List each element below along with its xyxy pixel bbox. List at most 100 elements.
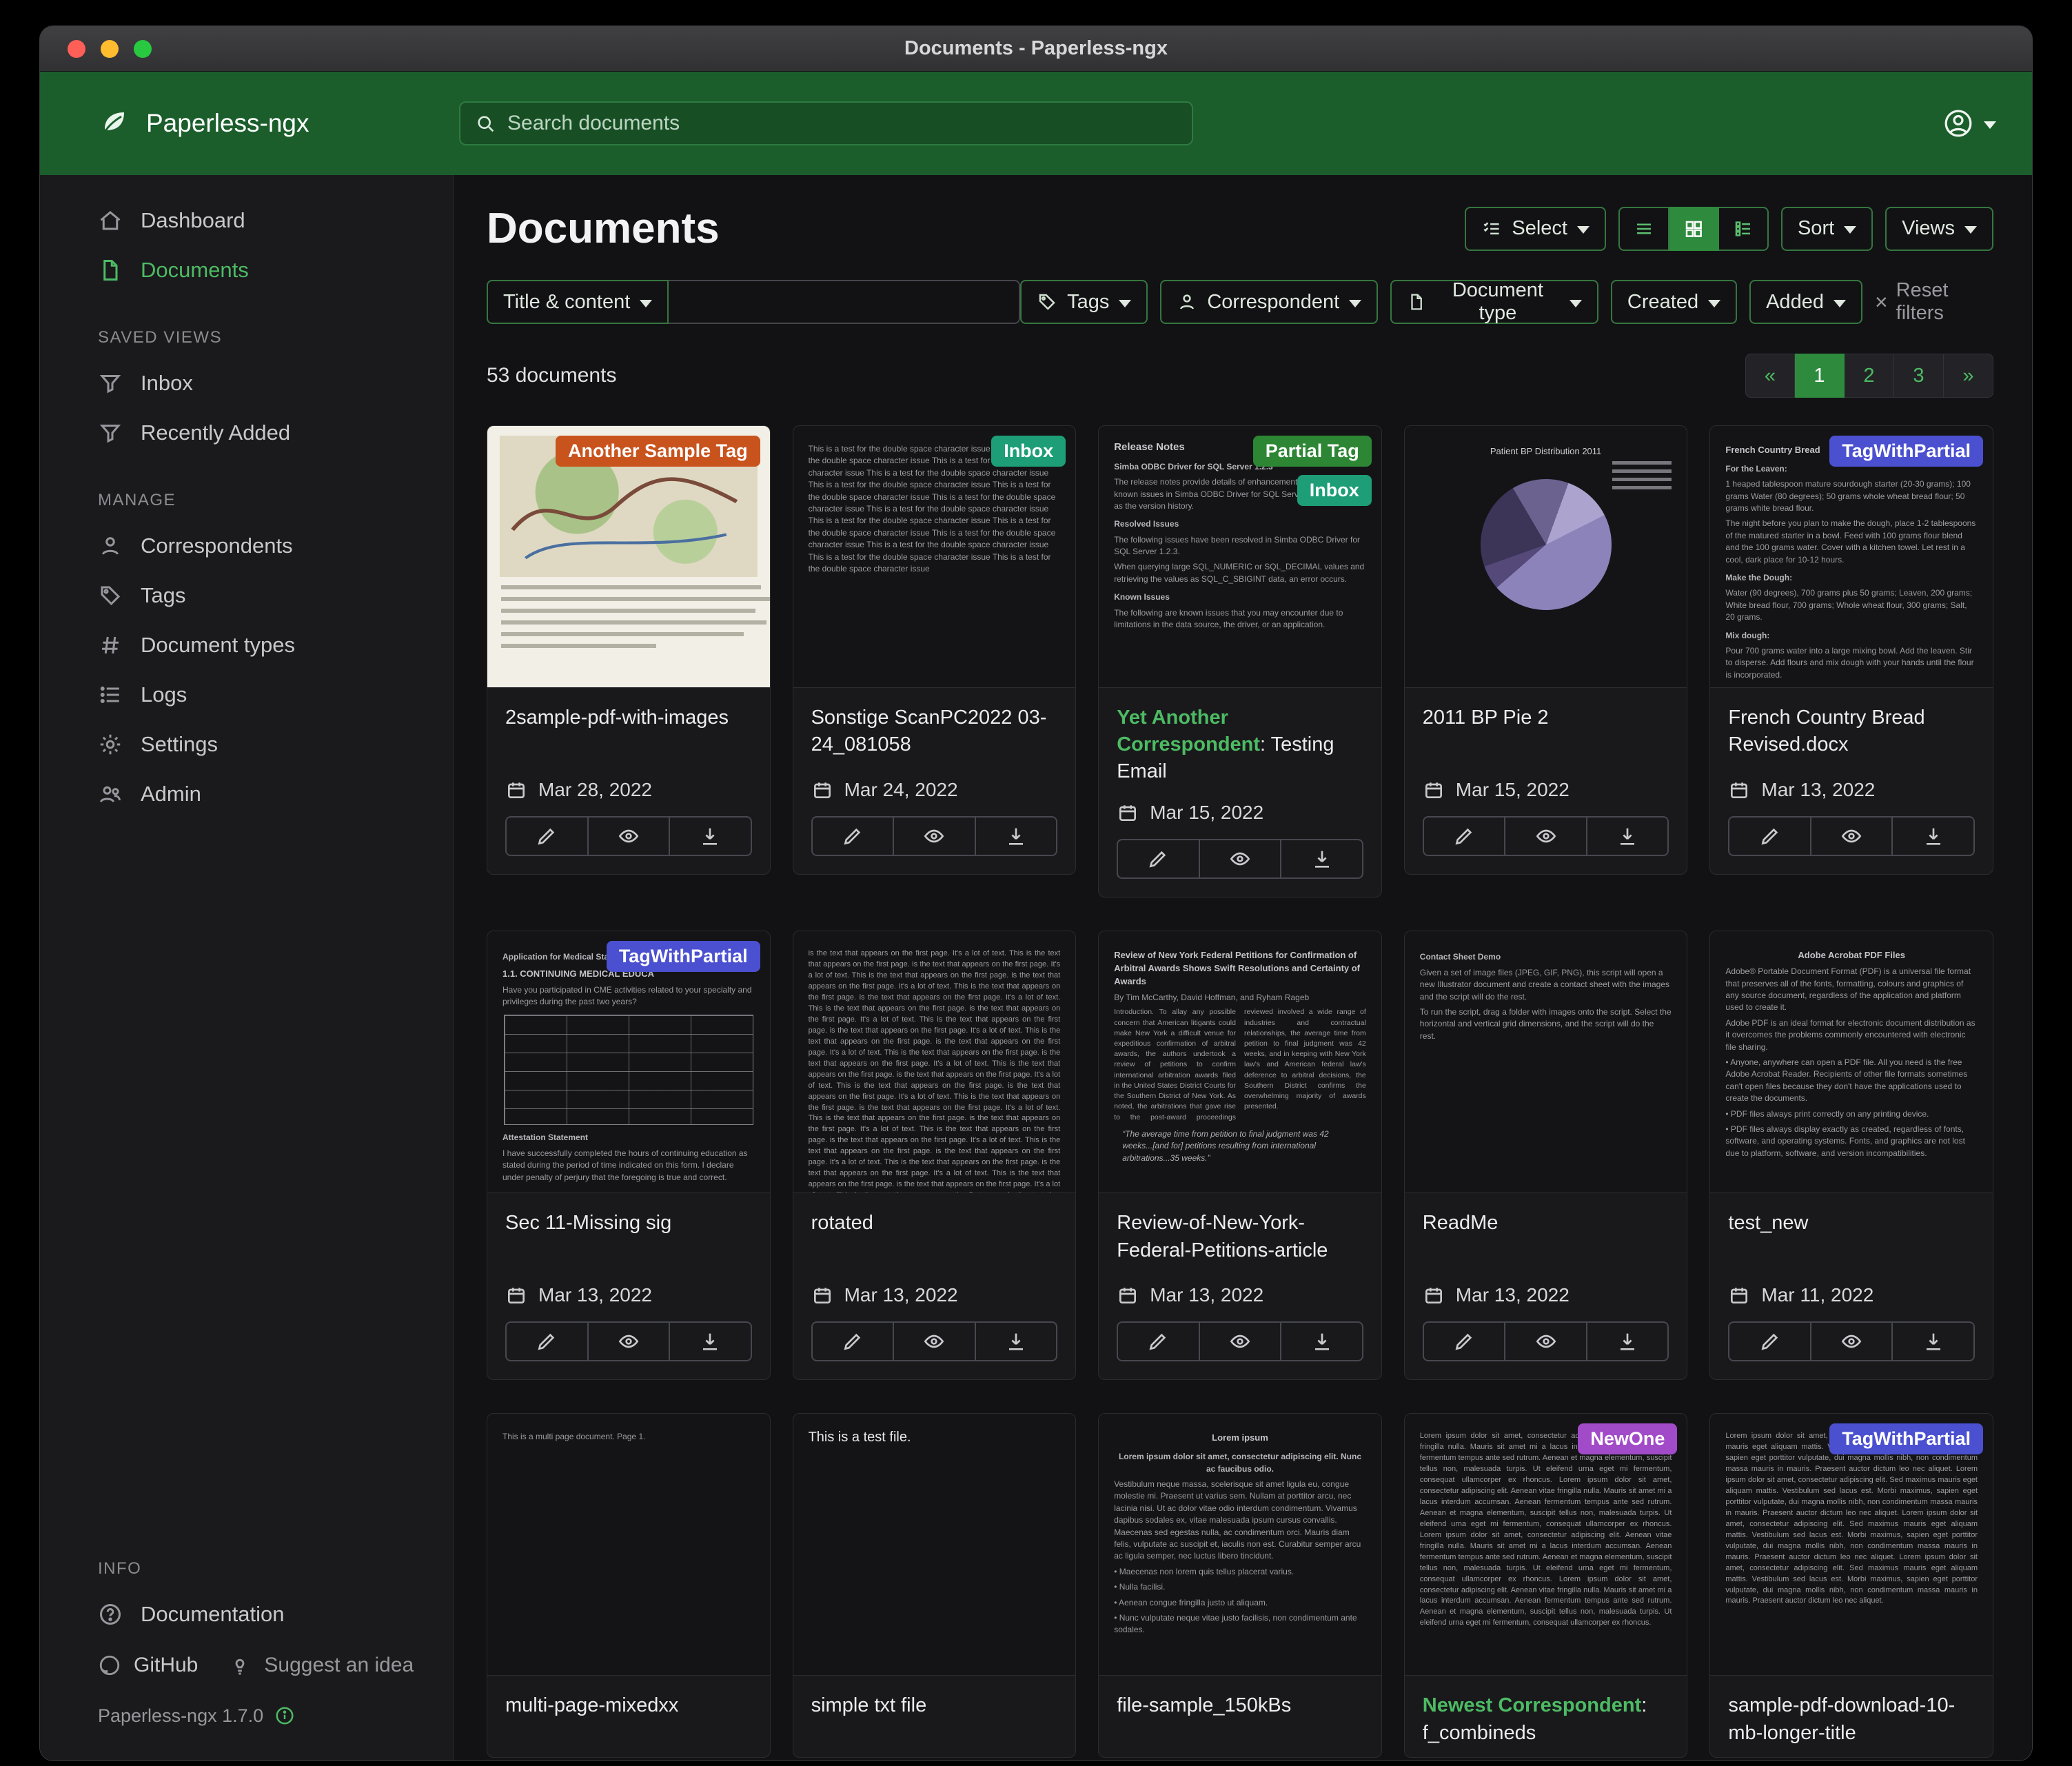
sidebar-item-tags[interactable]: Tags [40, 571, 453, 620]
document-thumbnail[interactable]: Inbox This is a test for the double spac… [793, 426, 1076, 688]
created-filter-button[interactable]: Created [1611, 280, 1737, 324]
view-document-button[interactable] [1811, 1321, 1893, 1361]
document-thumbnail[interactable]: Partial TagInbox Release NotesSimba ODBC… [1099, 426, 1381, 688]
document-thumbnail[interactable]: Review of New York Federal Petitions for… [1099, 931, 1381, 1193]
document-card[interactable]: TagWithPartial French Country BreadFor t… [1709, 425, 1993, 875]
tag-badge[interactable]: Another Sample Tag [556, 436, 760, 467]
document-thumbnail[interactable]: TagWithPartial Lorem ipsum dolor sit ame… [1710, 1414, 1993, 1676]
pagination-page-button[interactable]: 3 [1894, 354, 1944, 398]
tag-badge[interactable]: Inbox [1297, 475, 1372, 506]
document-title[interactable]: 2sample-pdf-with-images [505, 704, 752, 762]
edit-document-button[interactable] [1728, 816, 1811, 856]
document-thumbnail[interactable]: This is a test file. [793, 1414, 1076, 1676]
document-title[interactable]: Yet Another Correspondent: Testing Email [1117, 704, 1363, 785]
download-document-button[interactable] [1893, 816, 1975, 856]
view-document-button[interactable] [894, 816, 976, 856]
document-title[interactable]: file-sample_150kBs [1117, 1692, 1363, 1750]
title-content-dropdown[interactable]: Title & content [487, 280, 669, 324]
document-card[interactable]: TagWithPartial Lorem ipsum dolor sit ame… [1709, 1413, 1993, 1758]
document-thumbnail[interactable]: Adobe Acrobat PDF FilesAdobe® Portable D… [1710, 931, 1993, 1193]
document-title[interactable]: test_new [1728, 1210, 1975, 1268]
download-document-button[interactable] [1893, 1321, 1975, 1361]
suggest-idea-link[interactable]: Suggest an idea [228, 1654, 414, 1677]
sidebar-item-documentation[interactable]: Documentation [40, 1590, 453, 1639]
document-card[interactable]: is the text that appears on the first pa… [793, 931, 1077, 1380]
document-title[interactable]: simple txt file [811, 1692, 1058, 1750]
correspondent-link[interactable]: Yet Another Correspondent [1117, 707, 1260, 755]
edit-document-button[interactable] [505, 1321, 589, 1361]
tags-filter-button[interactable]: Tags [1020, 280, 1148, 324]
document-title[interactable]: rotated [811, 1210, 1058, 1268]
download-document-button[interactable] [1587, 1321, 1669, 1361]
document-thumbnail[interactable]: is the text that appears on the first pa… [793, 931, 1076, 1193]
document-card[interactable]: Patient BP Distribution 2011 2011 BP Pie… [1404, 425, 1688, 875]
list-view-button[interactable] [1618, 207, 1669, 251]
download-document-button[interactable] [976, 816, 1058, 856]
pagination-page-button[interactable]: 2 [1845, 354, 1894, 398]
detail-view-button[interactable] [1719, 207, 1769, 251]
pagination-page-button[interactable]: 1 [1795, 354, 1845, 398]
sort-button[interactable]: Sort [1781, 207, 1873, 251]
document-card[interactable]: Another Sample Tag 2sample-pdf-with-imag… [487, 425, 771, 875]
document-title[interactable]: French Country Bread Revised.docx [1728, 704, 1975, 762]
sidebar-item-dashboard[interactable]: Dashboard [40, 196, 453, 245]
sidebar-item-correspondents[interactable]: Correspondents [40, 521, 453, 571]
document-thumbnail[interactable]: Lorem ipsumLorem ipsum dolor sit amet, c… [1099, 1414, 1381, 1676]
view-document-button[interactable] [1505, 816, 1587, 856]
tag-badge[interactable]: TagWithPartial [1829, 436, 1983, 467]
document-thumbnail[interactable]: TagWithPartial Application for Medical S… [487, 931, 770, 1193]
download-document-button[interactable] [1281, 839, 1363, 879]
tag-badge[interactable]: Partial Tag [1253, 436, 1372, 467]
correspondent-filter-button[interactable]: Correspondent [1160, 280, 1378, 324]
document-card[interactable]: Inbox This is a test for the double spac… [793, 425, 1077, 875]
pagination-next-button[interactable]: » [1944, 354, 1993, 398]
sidebar-item-documents[interactable]: Documents [40, 245, 453, 295]
github-link[interactable]: GitHub [98, 1654, 198, 1677]
title-content-input[interactable] [669, 280, 1020, 324]
document-thumbnail[interactable]: TagWithPartial French Country BreadFor t… [1710, 426, 1993, 688]
pagination-prev-button[interactable]: « [1745, 354, 1795, 398]
document-card[interactable]: Lorem ipsumLorem ipsum dolor sit amet, c… [1098, 1413, 1382, 1758]
view-document-button[interactable] [589, 1321, 671, 1361]
reset-filters-button[interactable]: × Reset filters [1875, 279, 1993, 325]
document-title[interactable]: ReadMe [1423, 1210, 1669, 1268]
edit-document-button[interactable] [1117, 1321, 1200, 1361]
tag-badge[interactable]: TagWithPartial [607, 941, 760, 972]
document-card[interactable]: This is a test file. simple txt file [793, 1413, 1077, 1758]
view-document-button[interactable] [894, 1321, 976, 1361]
edit-document-button[interactable] [1117, 839, 1200, 879]
download-document-button[interactable] [976, 1321, 1058, 1361]
view-document-button[interactable] [1505, 1321, 1587, 1361]
app-brand[interactable]: Paperless-ngx [40, 107, 454, 140]
user-menu[interactable] [1942, 108, 1996, 139]
document-title[interactable]: 2011 BP Pie 2 [1423, 704, 1669, 762]
download-document-button[interactable] [1587, 816, 1669, 856]
document-card[interactable]: NewOne Lorem ipsum dolor sit amet, conse… [1404, 1413, 1688, 1758]
info-circle-icon[interactable] [274, 1705, 295, 1726]
global-search[interactable] [459, 101, 1193, 145]
view-document-button[interactable] [1200, 1321, 1282, 1361]
sidebar-item-recently-added[interactable]: Recently Added [40, 408, 453, 458]
tag-badge[interactable]: Inbox [991, 436, 1066, 467]
document-title[interactable]: Sonstige ScanPC2022 03-24_081058 [811, 704, 1058, 762]
document-thumbnail[interactable]: NewOne Lorem ipsum dolor sit amet, conse… [1405, 1414, 1687, 1676]
document-title[interactable]: multi-page-mixedxx [505, 1692, 752, 1750]
view-document-button[interactable] [1200, 839, 1282, 879]
document-card[interactable]: Review of New York Federal Petitions for… [1098, 931, 1382, 1380]
document-card[interactable]: TagWithPartial Application for Medical S… [487, 931, 771, 1380]
edit-document-button[interactable] [1728, 1321, 1811, 1361]
select-button[interactable]: Select [1465, 207, 1606, 251]
edit-document-button[interactable] [505, 816, 589, 856]
sidebar-item-logs[interactable]: Logs [40, 670, 453, 720]
document-title[interactable]: Review-of-New-York-Federal-Petitions-art… [1117, 1210, 1363, 1268]
edit-document-button[interactable] [811, 816, 895, 856]
added-filter-button[interactable]: Added [1749, 280, 1862, 324]
sidebar-item-admin[interactable]: Admin [40, 769, 453, 819]
views-button[interactable]: Views [1885, 207, 1993, 251]
sidebar-item-document-types[interactable]: Document types [40, 620, 453, 670]
correspondent-link[interactable]: Newest Correspondent [1423, 1694, 1641, 1716]
download-document-button[interactable] [670, 1321, 752, 1361]
sidebar-item-settings[interactable]: Settings [40, 720, 453, 769]
edit-document-button[interactable] [1423, 816, 1506, 856]
document-title[interactable]: sample-pdf-download-10-mb-longer-title [1728, 1692, 1975, 1750]
